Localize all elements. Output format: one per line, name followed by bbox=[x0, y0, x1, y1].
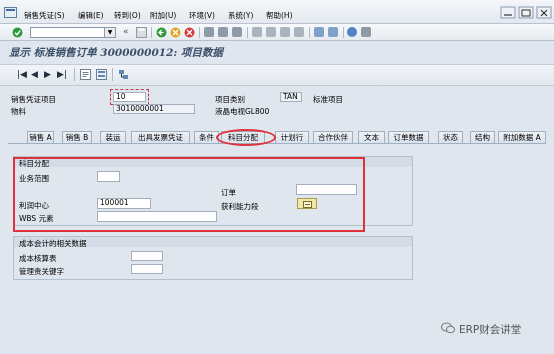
find-next-icon[interactable] bbox=[232, 27, 242, 37]
menu-system[interactable]: 系统(Y) bbox=[228, 10, 253, 21]
first-item-icon[interactable]: |◀ bbox=[17, 70, 27, 80]
material-label: 物料 bbox=[11, 107, 26, 116]
window-controls[interactable] bbox=[500, 4, 552, 20]
menu-help[interactable]: 帮助(H) bbox=[266, 10, 293, 21]
responsibility-key-field[interactable] bbox=[131, 264, 163, 274]
next-page-icon[interactable] bbox=[280, 27, 290, 37]
item-category-field[interactable]: TAN bbox=[280, 92, 302, 102]
find-icon[interactable] bbox=[218, 27, 228, 37]
first-page-icon[interactable] bbox=[252, 27, 262, 37]
save-icon[interactable] bbox=[136, 27, 147, 38]
previous-item-icon[interactable]: ◀ bbox=[31, 70, 38, 80]
cost-estimate-label: 成本核算表 bbox=[19, 254, 57, 263]
menu-bar: 销售凭证(S) 编辑(E) 转到(O) 附加(U) 环境(V) 系统(Y) 帮助… bbox=[0, 0, 554, 24]
focus-indicator bbox=[110, 89, 149, 105]
create-session-icon[interactable] bbox=[314, 27, 324, 37]
toolbar-separator bbox=[112, 68, 113, 81]
sap-menu-icon[interactable] bbox=[4, 7, 17, 18]
print-icon[interactable] bbox=[204, 27, 214, 37]
command-field-dropdown-icon[interactable]: ▼ bbox=[104, 27, 116, 38]
expand-chevron-icon[interactable]: « bbox=[123, 27, 129, 37]
responsibility-key-label: 管理责关键字 bbox=[19, 267, 64, 276]
shortcut-icon[interactable] bbox=[328, 27, 338, 37]
overview-icon[interactable] bbox=[96, 69, 107, 80]
menu-environment[interactable]: 环境(V) bbox=[189, 10, 215, 21]
highlight-oval bbox=[216, 129, 276, 146]
watermark: ERP财会讲堂 bbox=[459, 324, 522, 336]
cost-estimate-field[interactable] bbox=[131, 251, 163, 261]
help-icon[interactable] bbox=[347, 27, 357, 37]
customize-layout-icon[interactable] bbox=[361, 27, 371, 37]
highlight-box bbox=[13, 157, 365, 232]
material-field[interactable]: 3010000001 bbox=[113, 104, 195, 114]
enter-icon[interactable] bbox=[12, 27, 23, 38]
display-object-icon[interactable] bbox=[80, 69, 91, 80]
cancel-icon[interactable] bbox=[184, 27, 195, 38]
menu-goto[interactable]: 转到(O) bbox=[114, 10, 141, 21]
item-label: 销售凭证项目 bbox=[11, 95, 56, 104]
item-category-label: 项目类别 bbox=[215, 95, 245, 104]
next-item-icon[interactable]: ▶ bbox=[44, 70, 51, 80]
previous-page-icon[interactable] bbox=[266, 27, 276, 37]
tab-strip-border bbox=[8, 143, 546, 144]
back-icon[interactable] bbox=[156, 27, 167, 38]
wechat-icon bbox=[441, 322, 455, 334]
exit-icon[interactable] bbox=[170, 27, 181, 38]
last-item-icon[interactable]: ▶| bbox=[57, 70, 67, 80]
page-title: 显示 标准销售订单 3000000012: 项目数据 bbox=[9, 47, 223, 59]
menu-edit[interactable]: 编辑(E) bbox=[78, 10, 104, 21]
menu-extras[interactable]: 附加(U) bbox=[150, 10, 176, 21]
toolbar-separator bbox=[74, 68, 75, 81]
menu-sales-document[interactable]: 销售凭证(S) bbox=[24, 10, 65, 21]
item-category-text: 标准项目 bbox=[313, 95, 343, 104]
document-flow-icon[interactable] bbox=[118, 69, 129, 80]
cost-accounting-title: 成本会计的相关数据 bbox=[19, 239, 87, 248]
material-description: 液晶电视GL800 bbox=[215, 107, 270, 116]
last-page-icon[interactable] bbox=[294, 27, 304, 37]
